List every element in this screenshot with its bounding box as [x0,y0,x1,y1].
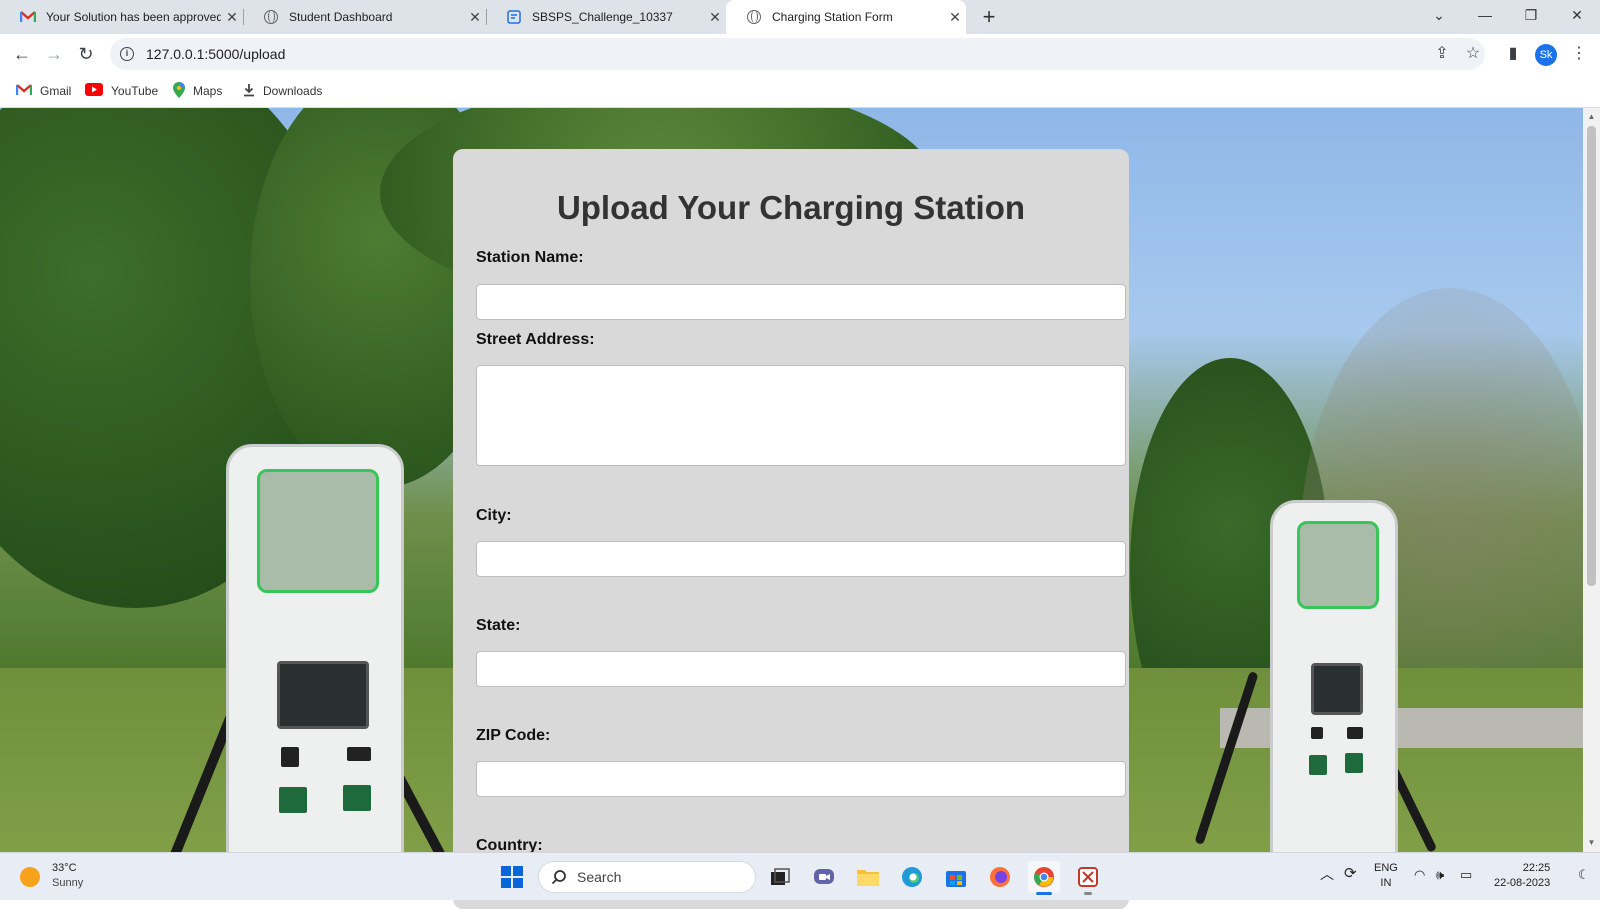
snipping-tool-icon[interactable] [1072,861,1104,895]
gmail-icon [15,83,33,99]
bookmark-label: YouTube [111,84,159,98]
search-placeholder: Search [577,869,622,885]
zip-code-input[interactable] [476,761,1126,797]
zip-code-label: ZIP Code: [476,727,551,744]
battery-icon[interactable]: ▭ [1460,867,1472,882]
sync-icon[interactable]: ⟳ [1344,866,1357,881]
firefox-icon[interactable] [984,861,1016,893]
bookmarks-bar: Gmail YouTube Maps Downloads [0,74,1600,108]
menu-icon[interactable]: ⋮ [1567,42,1591,66]
side-panel-icon[interactable]: ▮ [1501,42,1525,66]
scroll-up-arrow-icon[interactable]: ▲ [1583,110,1600,124]
sun-icon[interactable] [20,867,40,887]
tab-charging-station-form[interactable]: Charging Station Form ✕ [726,0,966,34]
start-button[interactable] [496,861,528,893]
site-info-icon[interactable]: i [120,47,134,61]
address-bar[interactable]: i 127.0.0.1:5000/upload [110,38,1485,70]
language-indicator[interactable]: ENG IN [1374,861,1398,891]
globe-icon [263,9,279,25]
tab-title: Charging Station Form [772,10,893,24]
browser-toolbar: ← → ↻ i 127.0.0.1:5000/upload ⇪ ☆ ▮ Sk ⋮ [0,34,1600,74]
edge-icon[interactable] [896,861,928,893]
weather-widget[interactable]: 33°C Sunny [52,861,83,891]
taskbar-search[interactable]: Search [538,861,756,893]
scroll-down-arrow-icon[interactable]: ▼ [1583,836,1600,850]
wifi-icon[interactable]: ◠ [1414,867,1425,882]
street-address-label: Street Address: [476,331,595,348]
windows-logo-icon [501,866,523,888]
bookmark-label: Maps [193,84,223,98]
microsoft-store-icon[interactable] [940,861,972,893]
station-name-label: Station Name: [476,249,584,266]
close-tab-icon[interactable]: ✕ [464,9,486,26]
new-tab-button[interactable]: + [976,4,1002,30]
tab-sbsps-challenge[interactable]: SBSPS_Challenge_10337 ✕ [486,0,726,34]
file-explorer-icon[interactable] [852,861,884,893]
form-heading: Upload Your Charging Station [556,189,1026,226]
weather-temp: 33°C [52,862,77,874]
reload-button[interactable]: ↻ [72,40,100,68]
form-icon [506,9,522,25]
clock-time: 22:25 [1522,862,1551,874]
bookmark-downloads[interactable]: Downloads [243,82,322,100]
bookmark-label: Gmail [40,84,72,98]
forward-button[interactable]: → [40,40,68,68]
teams-chat-icon[interactable] [808,861,840,893]
tab-student-dashboard[interactable]: Student Dashboard ✕ [243,0,487,34]
state-label: State: [476,617,521,634]
chrome-icon[interactable] [1028,861,1060,895]
youtube-icon [85,83,103,99]
minimize-button[interactable]: — [1463,0,1507,30]
search-icon [551,870,566,885]
avatar[interactable]: Sk [1535,44,1557,66]
tab-title: SBSPS_Challenge_10337 [532,10,673,24]
close-tab-icon[interactable]: ✕ [944,9,966,26]
volume-icon[interactable]: 🕪 [1436,867,1444,882]
tab-gmail[interactable]: Your Solution has been approved ✕ [0,0,244,34]
bookmark-label: Downloads [263,84,323,98]
station-name-input[interactable] [476,284,1126,320]
tab-strip: Your Solution has been approved ✕ Studen… [0,0,1600,34]
tab-search-icon[interactable]: ⌄ [1417,0,1461,30]
gmail-icon [20,9,36,25]
weather-condition: Sunny [52,877,84,889]
charging-station-right [1270,500,1398,852]
upload-form-card: Upload Your Charging Station Station Nam… [453,149,1129,909]
state-input[interactable] [476,651,1126,687]
tab-title: Student Dashboard [289,10,393,24]
maps-pin-icon [173,81,185,101]
bookmark-maps[interactable]: Maps [173,81,223,101]
city-input[interactable] [476,541,1126,577]
close-tab-icon[interactable]: ✕ [221,9,243,26]
charging-station-left [226,444,404,852]
restore-button[interactable]: ❐ [1509,0,1553,30]
chevron-up-icon[interactable]: ︿ [1320,867,1334,882]
close-tab-icon[interactable]: ✕ [704,9,726,26]
back-button[interactable]: ← [8,40,36,68]
windows-taskbar: 33°C Sunny Search ︿ ⟳ ENG IN ◠ 🕪 ▭ 22:25… [0,852,1600,900]
download-icon [243,83,255,100]
globe-icon [746,9,762,25]
city-label: City: [476,507,512,524]
url-text: 127.0.0.1:5000/upload [146,46,286,62]
language-line2: IN [1380,877,1392,889]
clock-date: 22-08-2023 [1494,877,1551,889]
notifications-icon[interactable]: ☾ [1578,867,1590,882]
scrollbar-thumb[interactable] [1587,126,1596,586]
task-view-icon[interactable] [764,861,796,893]
bookmark-youtube[interactable]: YouTube [85,82,158,100]
clock[interactable]: 22:25 22-08-2023 [1494,861,1550,891]
share-icon[interactable]: ⇪ [1430,42,1454,66]
bookmark-gmail[interactable]: Gmail [15,82,72,100]
bookmark-star-icon[interactable]: ☆ [1461,42,1485,66]
street-address-textarea[interactable] [476,365,1126,466]
close-window-button[interactable]: ✕ [1555,0,1599,30]
tab-title: Your Solution has been approved [46,10,221,24]
language-line1: ENG [1374,862,1398,874]
page-scrollbar[interactable]: ▲ ▼ [1583,108,1600,852]
